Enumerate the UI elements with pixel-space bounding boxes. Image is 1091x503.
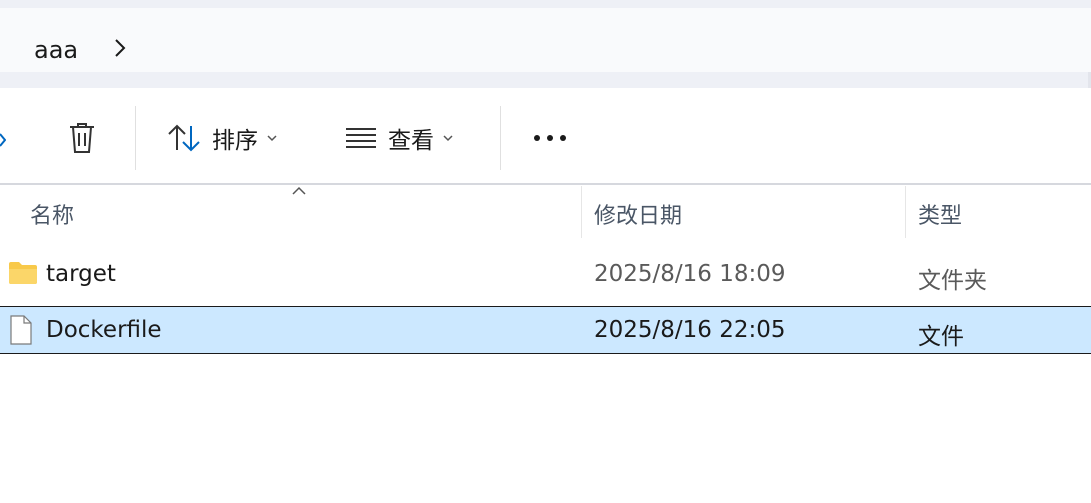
- file-name: target: [46, 261, 116, 287]
- chevron-down-icon: [267, 135, 277, 142]
- column-header-date[interactable]: 修改日期: [594, 198, 682, 230]
- file-type: 文件: [918, 324, 964, 350]
- column-header-name[interactable]: 名称: [30, 198, 74, 230]
- chevron-right-icon[interactable]: [112, 36, 128, 60]
- toolbar-separator: [500, 106, 501, 170]
- file-row[interactable]: target 2025/8/16 18:09 文件夹: [0, 250, 1091, 298]
- file-name: Dockerfile: [46, 317, 162, 343]
- file-row-selected[interactable]: Dockerfile 2025/8/16 22:05 文件: [0, 306, 1091, 354]
- breadcrumb-item-aaa[interactable]: aaa: [34, 36, 78, 64]
- delete-button[interactable]: [56, 110, 108, 166]
- view-button[interactable]: 查看: [344, 110, 454, 166]
- sort-arrows-icon: [168, 124, 200, 152]
- partial-icon: [0, 133, 6, 147]
- header-divider: [0, 183, 1091, 185]
- toolbar-divider-strip: [0, 72, 1091, 88]
- trash-icon: [70, 123, 94, 153]
- view-label: 查看: [388, 128, 434, 154]
- column-resize-handle[interactable]: [581, 186, 582, 238]
- chevron-down-icon: [443, 135, 453, 142]
- column-resize-handle[interactable]: [905, 186, 906, 238]
- column-header-type[interactable]: 类型: [918, 198, 962, 230]
- command-bar: 排序 查看: [0, 88, 1091, 184]
- ellipsis-icon: [534, 135, 566, 141]
- more-button[interactable]: [528, 110, 572, 166]
- file-date: 2025/8/16 18:09: [594, 261, 786, 287]
- file-icon: [10, 315, 32, 345]
- address-bar[interactable]: aaa: [0, 8, 1091, 72]
- file-type: 文件夹: [918, 268, 987, 294]
- file-date: 2025/8/16 22:05: [594, 317, 786, 343]
- toolbar-separator: [135, 106, 136, 170]
- sort-label: 排序: [212, 128, 258, 154]
- folder-icon: [9, 262, 37, 284]
- sort-button[interactable]: 排序: [166, 110, 278, 166]
- view-list-icon: [346, 128, 376, 148]
- sort-ascending-icon: [292, 186, 306, 195]
- window-top-strip: [0, 0, 1091, 8]
